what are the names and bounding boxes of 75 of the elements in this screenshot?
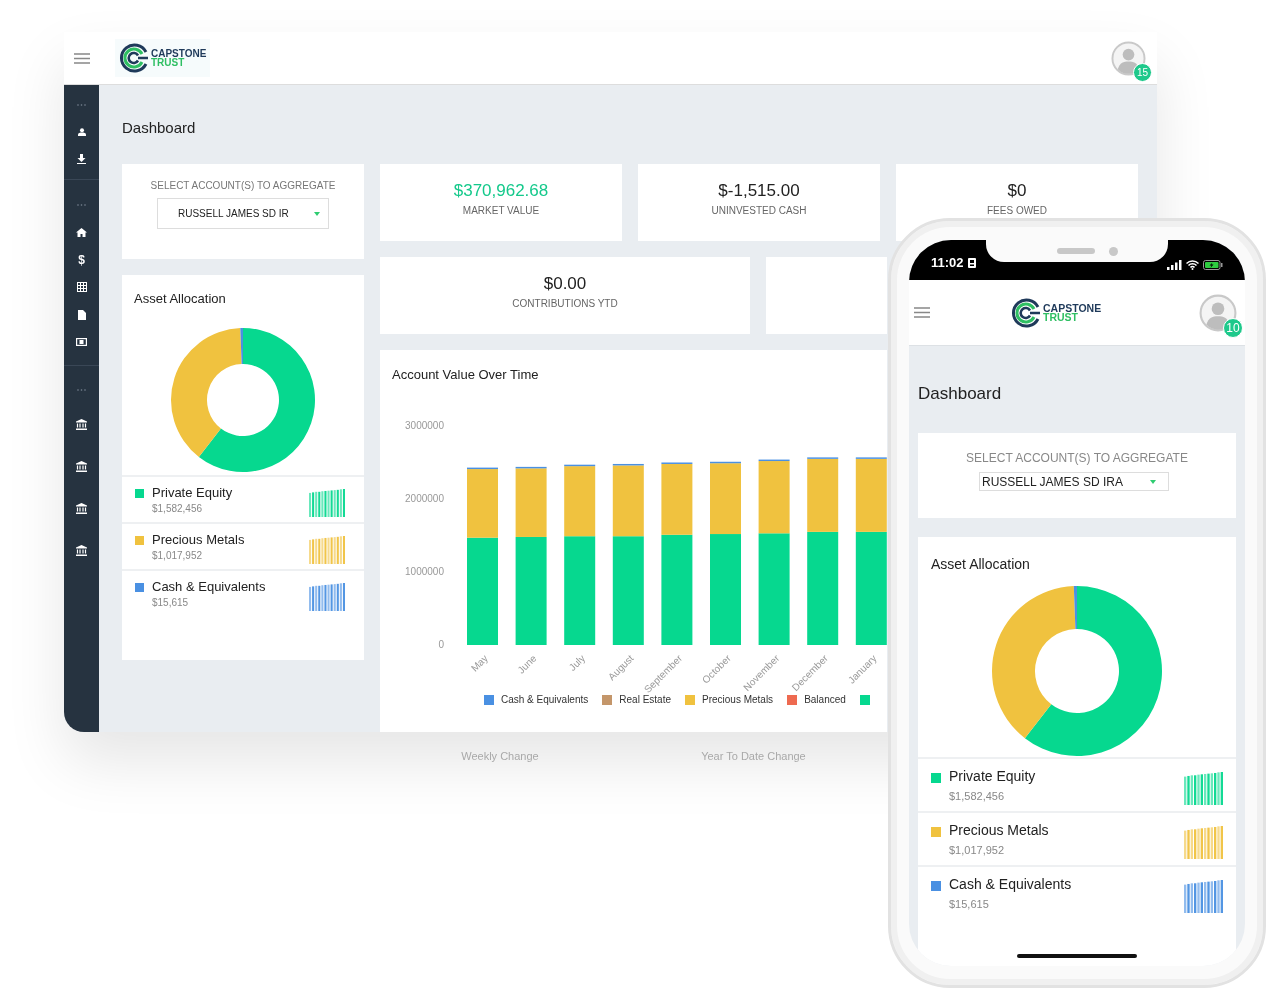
faded-label: Weekly Change xyxy=(461,750,539,762)
stat-value: $370,962.68 xyxy=(453,181,549,201)
logo-title: CAPSTONE xyxy=(151,49,207,58)
chart-title: Account Value Over Time xyxy=(391,366,540,382)
legend-label[interactable]: Real Estate xyxy=(619,694,671,705)
mini-bars-drawing xyxy=(1184,880,1224,913)
dollar-icon[interactable]: $ xyxy=(78,253,85,266)
caret-icon xyxy=(314,211,320,216)
mini-bars-drawing xyxy=(1184,772,1224,805)
asset-amount: $1,017,952 xyxy=(949,844,1006,856)
caret-icon xyxy=(1150,479,1156,484)
menu-icon[interactable] xyxy=(914,307,930,318)
mini-bars-drawing xyxy=(1184,826,1224,859)
card-icon xyxy=(967,257,976,268)
asset-name: Cash & Equivalents xyxy=(152,579,267,594)
axis-label: 3000000 xyxy=(405,420,444,431)
card-title: Asset Allocation xyxy=(930,555,1031,572)
logo-icon xyxy=(119,43,149,73)
stat-label: FEES OWED xyxy=(987,205,1047,216)
stat-value: $0 xyxy=(1007,181,1027,201)
bank-icon[interactable] xyxy=(76,502,87,514)
asset-name: Precious Metals xyxy=(152,532,246,547)
asset-amount: $1,582,456 xyxy=(152,503,204,514)
asset-amount: $1,582,456 xyxy=(949,790,1006,802)
account-select[interactable]: RUSSELL JAMES SD IRA xyxy=(979,472,1169,491)
axis-label: July xyxy=(566,652,588,673)
mini-bars-drawing xyxy=(309,583,346,611)
asset-name: Private Equity xyxy=(949,768,1037,784)
logo-subtitle: TRUST xyxy=(1043,312,1078,322)
wifi-icon xyxy=(1186,260,1199,270)
asset-name: Cash & Equivalents xyxy=(949,876,1073,892)
asset-amount: $15,615 xyxy=(152,597,190,608)
signal-icon xyxy=(1167,260,1182,270)
axis-label: 0 xyxy=(438,639,444,650)
bank-icon[interactable] xyxy=(76,460,87,472)
axis-label: May xyxy=(468,652,490,674)
speaker-icon xyxy=(1056,248,1095,254)
account-select[interactable]: RUSSELL JAMES SD IR xyxy=(157,198,329,229)
battery-icon xyxy=(1203,260,1223,270)
home-icon[interactable] xyxy=(76,227,87,237)
document-icon[interactable] xyxy=(77,309,86,320)
page-title: Dashboard xyxy=(122,119,197,137)
stat-value: $-1,515.00 xyxy=(718,181,800,201)
status-time: 11:02 xyxy=(931,255,964,270)
legend-label[interactable]: Balanced xyxy=(804,694,846,705)
page-title: Dashboard xyxy=(918,384,1003,404)
select-label: SELECT ACCOUNT(S) TO AGGREGATE xyxy=(966,451,1188,465)
user-icon[interactable] xyxy=(77,127,86,136)
grid-icon[interactable] xyxy=(76,282,87,293)
stat-value: $0.00 xyxy=(543,274,587,294)
logo-title: CAPSTONE xyxy=(1043,303,1102,313)
axis-label: 1000000 xyxy=(405,566,444,577)
asset-name: Private Equity xyxy=(152,485,234,500)
card-title: Asset Allocation xyxy=(133,290,227,306)
bank-icon[interactable] xyxy=(76,544,87,556)
stat-label: CONTRIBUTIONS YTD xyxy=(512,298,618,309)
axis-label: 2000000 xyxy=(405,493,444,504)
faded-label: Year To Date Change xyxy=(701,750,806,762)
mini-bars-drawing xyxy=(309,536,346,564)
camera-icon xyxy=(1108,246,1118,256)
logo-subtitle: TRUST xyxy=(151,58,185,67)
legend-label[interactable]: Cash & Equivalents xyxy=(501,694,589,705)
asset-name: Precious Metals xyxy=(949,822,1050,838)
menu-icon[interactable] xyxy=(73,52,90,64)
stat-label: UNINVESTED CASH xyxy=(711,205,807,216)
stat-label: MARKET VALUE xyxy=(462,205,540,216)
mini-bars-drawing xyxy=(309,489,346,517)
bank-icon[interactable] xyxy=(76,418,87,430)
logo-icon xyxy=(1011,297,1041,328)
download-icon[interactable] xyxy=(77,153,86,164)
legend-label[interactable]: Precious Metals xyxy=(702,694,774,705)
banknote-icon[interactable] xyxy=(76,338,87,347)
asset-amount: $15,615 xyxy=(949,898,990,910)
select-label: SELECT ACCOUNT(S) TO AGGREGATE xyxy=(150,180,336,191)
asset-amount: $1,017,952 xyxy=(152,550,204,561)
